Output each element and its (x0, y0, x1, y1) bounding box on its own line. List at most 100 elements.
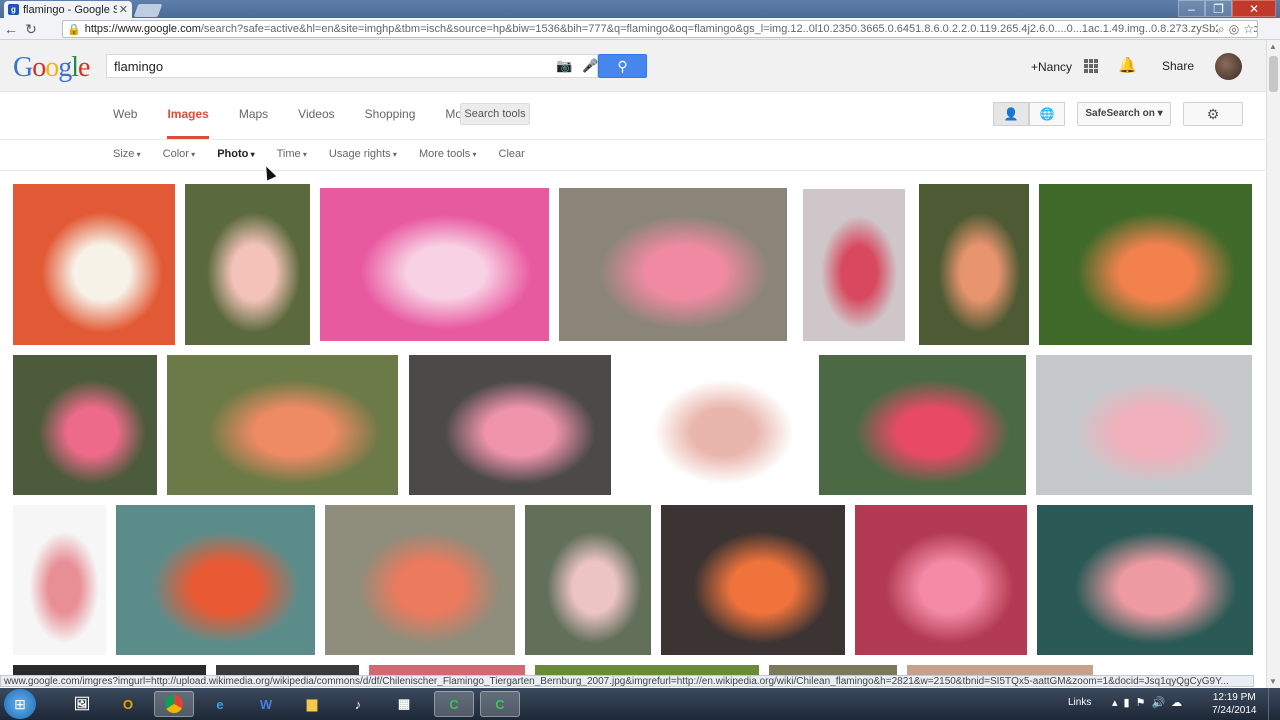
tab-web[interactable]: Web (113, 107, 137, 139)
filter-time[interactable]: Time (277, 148, 307, 160)
browser-tab[interactable]: g flamingo - Google S ✕ (4, 1, 132, 18)
window-controls: – ❐ ✕ (1178, 0, 1276, 17)
google-logo[interactable]: Google (13, 52, 90, 84)
network-icon[interactable]: ▮ (1124, 696, 1130, 709)
show-hidden-icons-icon[interactable]: ▴ (1112, 696, 1118, 709)
camtasia-app-icon[interactable]: C (434, 691, 474, 717)
image-result-partial[interactable] (769, 665, 897, 675)
show-desktop-button[interactable] (1268, 688, 1280, 720)
volume-icon[interactable]: 🔊 (1151, 696, 1165, 709)
onedrive-icon[interactable]: ☁ (1171, 696, 1182, 709)
start-button-icon[interactable]: ⊞ (4, 689, 36, 719)
flag-icon[interactable]: ⚑ (1136, 696, 1146, 709)
outlook-app-icon[interactable]: O (108, 691, 148, 717)
image-result[interactable] (621, 355, 808, 495)
tab-videos[interactable]: Videos (298, 107, 334, 139)
close-tab-icon[interactable]: ✕ (119, 3, 128, 16)
camera-icon[interactable]: 📷 (556, 58, 572, 74)
tab-title: flamingo - Google S (23, 3, 117, 16)
taskbar-clock[interactable]: 12:19 PM 7/24/2014 (1212, 691, 1257, 717)
filter-size[interactable]: Size (113, 148, 141, 160)
search-icon[interactable]: ⌕ (1218, 22, 1225, 37)
minimize-icon[interactable]: – (1178, 0, 1205, 17)
search-box-icons: 📷 🎤 (556, 58, 598, 74)
word-app-icon[interactable]: W (246, 691, 286, 717)
explorer-folder-icon[interactable]: ▆ (292, 691, 332, 717)
back-arrow-icon[interactable]: ← (2, 20, 20, 38)
person-icon[interactable]: 👤 (993, 102, 1029, 126)
microphone-icon[interactable]: 🎤 (582, 58, 598, 74)
image-result[interactable] (1039, 184, 1252, 345)
filter-color[interactable]: Color (163, 148, 196, 160)
page-action-icon[interactable]: ◎ (1229, 22, 1239, 37)
share-button[interactable]: Share (1152, 54, 1204, 78)
image-result[interactable] (409, 355, 611, 495)
lock-icon: 🔒 (67, 23, 81, 36)
divider (0, 170, 1266, 171)
maximize-icon[interactable]: ❐ (1205, 0, 1232, 17)
image-result[interactable] (855, 505, 1027, 655)
star-icon[interactable]: ☆ (1243, 22, 1254, 37)
image-result-partial[interactable] (535, 665, 759, 675)
calculator-app-icon[interactable]: ▦ (384, 691, 424, 717)
filter-clear[interactable]: Clear (499, 148, 525, 160)
notification-bell-icon[interactable]: 🔔 (1118, 56, 1137, 74)
image-result[interactable] (185, 184, 310, 345)
image-result[interactable] (661, 505, 845, 655)
apps-grid-icon[interactable] (1084, 59, 1098, 73)
image-result-partial[interactable] (216, 665, 359, 675)
scroll-up-icon[interactable]: ▲ (1269, 42, 1277, 51)
image-result[interactable] (559, 188, 787, 341)
avatar[interactable] (1215, 53, 1242, 80)
image-result[interactable] (919, 184, 1029, 345)
image-result[interactable] (116, 505, 315, 655)
image-result[interactable] (13, 184, 175, 345)
tab-maps[interactable]: Maps (239, 107, 268, 139)
user-name-link[interactable]: +Nancy (1031, 60, 1072, 74)
search-tools-button[interactable]: Search tools (460, 103, 530, 125)
image-result-partial[interactable] (907, 665, 1093, 675)
address-bar[interactable]: 🔒 https://www.google.com /search?safe=ac… (62, 20, 1258, 38)
reload-icon[interactable]: ↻ (22, 20, 40, 38)
new-tab-button[interactable] (133, 4, 163, 17)
filter-usage-rights[interactable]: Usage rights (329, 148, 397, 160)
camtasia-recorder-icon[interactable]: C (480, 691, 520, 717)
google-favicon-icon: g (8, 4, 19, 15)
chrome-app-icon[interactable] (154, 691, 194, 717)
browser-tab-strip: g flamingo - Google S ✕ – ❐ ✕ (0, 0, 1280, 18)
image-result[interactable] (325, 505, 515, 655)
image-result[interactable] (13, 505, 106, 655)
scroll-down-icon[interactable]: ▼ (1269, 677, 1277, 686)
search-type-tabs: Web Images Maps Videos Shopping More (113, 107, 510, 139)
close-window-icon[interactable]: ✕ (1232, 0, 1276, 17)
filter-more-tools[interactable]: More tools (419, 148, 477, 160)
omnibox-icons: ⌕ ◎ ☆ (1218, 22, 1254, 37)
globe-icon[interactable]: 🌐 (1029, 102, 1065, 126)
image-result[interactable] (167, 355, 398, 495)
image-result-partial[interactable] (13, 665, 206, 675)
links-toolbar[interactable]: Links (1068, 697, 1091, 708)
internet-explorer-icon[interactable]: e (200, 691, 240, 717)
image-result[interactable] (803, 189, 905, 341)
image-result-partial[interactable] (369, 665, 525, 675)
settings-gear-icon[interactable]: ⚙ (1183, 102, 1243, 126)
image-result[interactable] (525, 505, 651, 655)
image-result[interactable] (1037, 505, 1253, 655)
safesearch-dropdown[interactable]: SafeSearch on ▾ (1077, 102, 1171, 126)
tab-shopping[interactable]: Shopping (365, 107, 416, 139)
filter-type[interactable]: Photo (217, 148, 254, 160)
safesearch-label: SafeSearch on (1085, 108, 1155, 119)
search-input[interactable]: flamingo (106, 54, 598, 78)
vertical-scrollbar[interactable]: ▲ ▼ (1266, 40, 1280, 688)
tab-images[interactable]: Images (167, 107, 209, 139)
search-button[interactable]: ⚲ (598, 54, 647, 78)
windows-taskbar: ⊞ 🖼 O e W ▆ ♪ ▦ C C Links ▴ ▮ ⚑ 🔊 ☁ 12:1… (0, 688, 1280, 720)
media-app-icon[interactable]: ♪ (338, 691, 378, 717)
image-result[interactable] (819, 355, 1026, 495)
paint-app-icon[interactable]: 🖼 (62, 691, 102, 717)
image-result[interactable] (320, 188, 549, 341)
image-result[interactable] (1036, 355, 1252, 495)
image-result[interactable] (13, 355, 157, 495)
url-host: https://www.google.com (84, 23, 201, 35)
scrollbar-thumb[interactable] (1269, 56, 1278, 92)
